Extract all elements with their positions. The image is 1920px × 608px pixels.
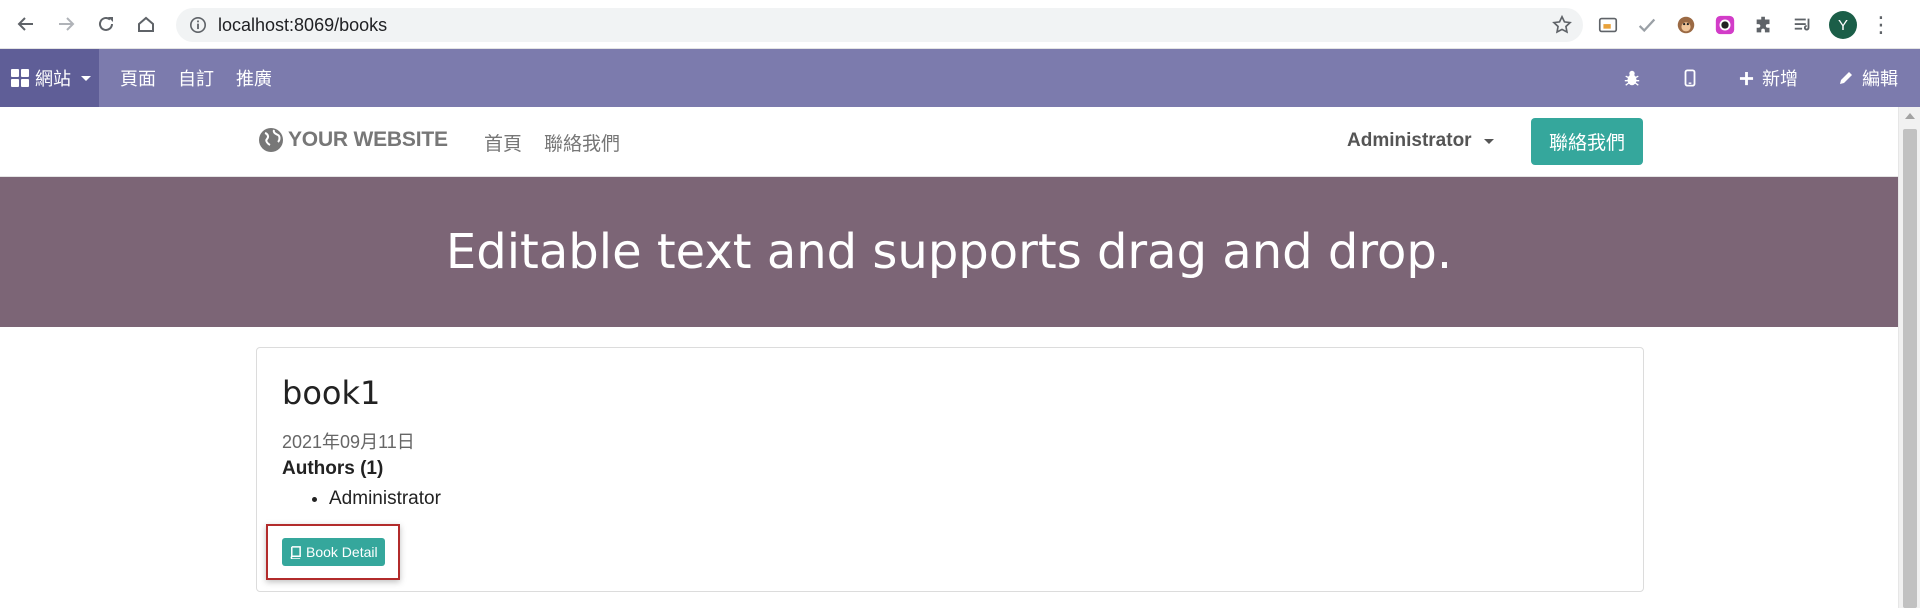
- mobile-preview-button[interactable]: [1669, 69, 1711, 87]
- check-icon[interactable]: [1634, 12, 1660, 38]
- book-detail-label: Book Detail: [306, 544, 378, 560]
- caret-down-icon: [81, 75, 91, 81]
- authors-heading: Authors (1): [282, 458, 384, 479]
- plus-icon: [1739, 71, 1754, 85]
- more-vertical-icon[interactable]: ⋮: [1870, 14, 1892, 36]
- extensions-area: Y ⋮: [1595, 8, 1892, 42]
- puzzle-icon[interactable]: [1751, 12, 1777, 38]
- edit-button[interactable]: 編輯: [1826, 65, 1910, 91]
- reload-icon: [99, 16, 113, 31]
- arrow-left-icon: [17, 17, 33, 31]
- user-name: Administrator: [1347, 130, 1472, 151]
- mobile-icon: [1684, 69, 1696, 87]
- nav-contact[interactable]: 聯絡我們: [544, 129, 620, 156]
- website-header: YOUR WEBSITE 首頁 聯絡我們 Administrator 聯絡我們: [0, 107, 1898, 177]
- admin-menu-customize[interactable]: 自訂: [170, 65, 222, 91]
- home-button[interactable]: [126, 4, 166, 44]
- author-list: Administrator: [307, 488, 441, 510]
- bug-icon: [1624, 70, 1640, 86]
- highlight-box: Book Detail: [266, 524, 400, 580]
- new-label: 新增: [1762, 69, 1798, 89]
- home-icon: [138, 16, 154, 32]
- book-date: 2021年09月11日: [282, 432, 415, 452]
- reading-list-icon[interactable]: [1790, 12, 1816, 38]
- apps-menu-button[interactable]: 網站: [0, 49, 99, 107]
- website-logo[interactable]: YOUR WEBSITE: [258, 127, 448, 153]
- list-item: Administrator: [329, 488, 441, 510]
- book-card: book1 2021年09月11日 Authors (1) Administra…: [256, 347, 1644, 592]
- info-icon[interactable]: [188, 15, 208, 35]
- edit-label: 編輯: [1862, 69, 1898, 89]
- book-title: book1: [282, 374, 381, 412]
- page-scrollbar[interactable]: [1898, 107, 1920, 608]
- admin-actions: 新增 編輯: [1611, 49, 1910, 107]
- user-dropdown[interactable]: Administrator: [1347, 130, 1494, 152]
- reload-button[interactable]: [86, 4, 126, 44]
- banner-text[interactable]: Editable text and supports drag and drop…: [446, 224, 1452, 280]
- contact-us-button[interactable]: 聯絡我們: [1531, 118, 1643, 165]
- apps-menu-label: 網站: [35, 69, 71, 89]
- back-button[interactable]: [6, 4, 46, 44]
- scroll-thumb[interactable]: [1903, 129, 1917, 608]
- admin-menu-pages[interactable]: 頁面: [112, 65, 164, 91]
- address-bar[interactable]: localhost:8069/books: [176, 8, 1583, 42]
- scroll-up-arrow-icon[interactable]: [1905, 113, 1915, 119]
- admin-navbar: 網站 頁面 自訂 推廣 新增 編輯: [0, 49, 1920, 107]
- pencil-icon: [1840, 72, 1852, 84]
- new-button[interactable]: 新增: [1727, 65, 1810, 91]
- browser-toolbar: localhost:8069/books Y ⋮: [0, 0, 1920, 49]
- debug-bug-button[interactable]: [1611, 69, 1653, 87]
- admin-menu-promote[interactable]: 推廣: [228, 65, 280, 91]
- logo-text: YOUR WEBSITE: [288, 128, 448, 151]
- url-text[interactable]: localhost:8069/books: [218, 15, 387, 36]
- arrow-right-icon: [59, 17, 75, 31]
- forward-button[interactable]: [46, 4, 86, 44]
- apps-grid-icon: [11, 69, 29, 87]
- caret-down-icon: [1483, 138, 1494, 144]
- book-detail-button[interactable]: Book Detail: [282, 538, 385, 566]
- hero-banner: Editable text and supports drag and drop…: [0, 177, 1898, 327]
- globe-icon: [259, 128, 283, 152]
- book-icon: [290, 545, 301, 559]
- bookmark-star-icon[interactable]: [1551, 14, 1573, 36]
- screen-capture-icon[interactable]: [1595, 12, 1621, 38]
- nav-home[interactable]: 首頁: [484, 129, 522, 156]
- monkey-icon[interactable]: [1673, 12, 1699, 38]
- color-picker-icon[interactable]: [1712, 12, 1738, 38]
- profile-avatar[interactable]: Y: [1829, 11, 1857, 39]
